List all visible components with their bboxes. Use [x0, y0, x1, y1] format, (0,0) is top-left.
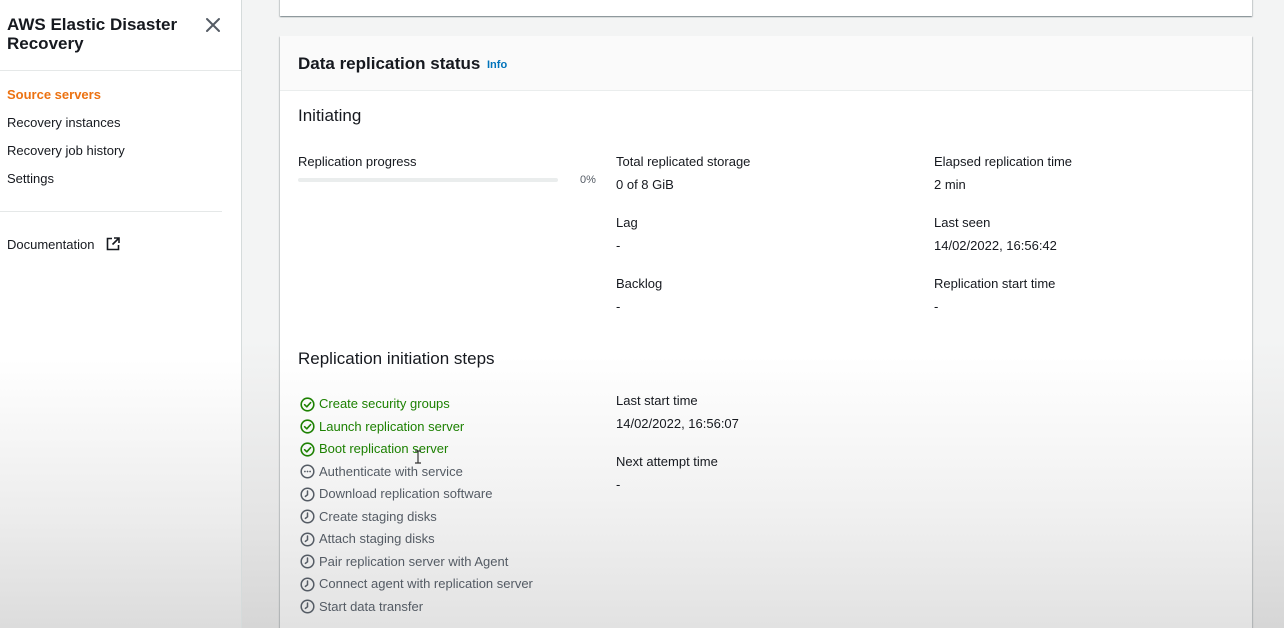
check-circle-icon [300, 419, 315, 434]
replication-steps-title: Replication initiation steps [298, 349, 495, 368]
documentation-label: Documentation [7, 237, 95, 252]
replication-step: Authenticate with service [300, 464, 463, 480]
data-replication-status-panel: Data replication status Info Initiating … [280, 36, 1252, 628]
clock-icon [300, 599, 315, 614]
last-seen-value: 14/02/2022, 16:56:42 [934, 238, 1057, 253]
replication-step: Create security groups [300, 396, 450, 412]
sidebar-item-documentation[interactable]: Documentation [7, 237, 120, 253]
sidebar-title: AWS Elastic Disaster Recovery [7, 15, 178, 53]
replication-step: Boot replication server [300, 441, 448, 457]
total-replicated-storage-value: 0 of 8 GiB [616, 177, 674, 192]
next-attempt-time-value: - [616, 477, 621, 492]
info-link[interactable]: Info [487, 59, 507, 71]
replication-step-label: Attach staging disks [319, 531, 435, 546]
backlog-label: Backlog [616, 276, 663, 291]
replication-step-label: Download replication software [319, 486, 493, 501]
replication-step: Attach staging disks [300, 531, 435, 547]
ellipsis-circle-icon [300, 464, 315, 479]
replication-step-label: Connect agent with replication server [319, 576, 533, 591]
panel-header: Data replication status Info [280, 36, 1252, 91]
replication-step-label: Launch replication server [319, 418, 465, 434]
external-link-icon [106, 237, 120, 251]
sidebar-divider [0, 211, 222, 212]
next-attempt-time-label: Next attempt time [616, 454, 718, 469]
sidebar-divider [0, 70, 241, 71]
last-start-time-value: 14/02/2022, 16:56:07 [616, 416, 739, 431]
clock-icon [300, 531, 315, 547]
replication-step: Connect agent with replication server [300, 576, 533, 592]
close-icon[interactable] [205, 17, 221, 33]
elapsed-replication-time-label: Elapsed replication time [934, 154, 1073, 169]
elapsed-replication-time-value: 2 min [934, 177, 966, 192]
replication-step-label: Pair replication server with Agent [319, 553, 509, 569]
sidebar-item-recovery-job-history[interactable]: Recovery job history [7, 143, 125, 159]
replication-step-label: Create staging disks [319, 508, 437, 524]
replication-progress-label: Replication progress [298, 154, 417, 169]
replication-start-time-label: Replication start time [934, 276, 1056, 291]
panel-title: Data replication status [298, 54, 481, 73]
replication-step: Launch replication server [300, 419, 464, 435]
clock-icon [300, 509, 315, 524]
sidebar-header: AWS Elastic Disaster Recovery [7, 15, 207, 53]
backlog-value: - [616, 299, 621, 314]
clock-icon [300, 576, 315, 592]
replication-step: Start data transfer [300, 599, 423, 615]
replication-step-label: Start data transfer [319, 598, 424, 614]
replication-step: Download replication software [300, 486, 492, 502]
previous-panel [280, 0, 1252, 16]
sidebar-item-settings[interactable]: Settings [7, 171, 54, 187]
replication-step: Pair replication server with Agent [300, 554, 508, 570]
lag-value: - [616, 238, 621, 253]
replication-start-time-value: - [934, 299, 939, 314]
replication-step-label: Authenticate with service [319, 463, 463, 479]
sidebar-item-source-servers[interactable]: Source servers [7, 87, 101, 103]
sidebar-item-recovery-instances[interactable]: Recovery instances [7, 115, 120, 131]
replication-state: Initiating [298, 106, 362, 125]
last-start-time-label: Last start time [616, 393, 698, 408]
text-cursor-icon [415, 450, 421, 464]
replication-step-label: Create security groups [319, 396, 450, 411]
progress-percent: 0% [580, 174, 596, 186]
check-circle-icon [300, 396, 315, 412]
replication-step: Create staging disks [300, 509, 437, 525]
lag-label: Lag [616, 215, 638, 230]
clock-icon [300, 486, 315, 502]
clock-icon [300, 554, 315, 569]
replication-progress-bar [298, 178, 558, 182]
sidebar: AWS Elastic Disaster Recovery Source ser… [0, 0, 242, 628]
last-seen-label: Last seen [934, 215, 991, 230]
check-circle-icon [300, 441, 315, 457]
total-replicated-storage-label: Total replicated storage [616, 154, 751, 169]
replication-step-label: Boot replication server [319, 441, 449, 456]
